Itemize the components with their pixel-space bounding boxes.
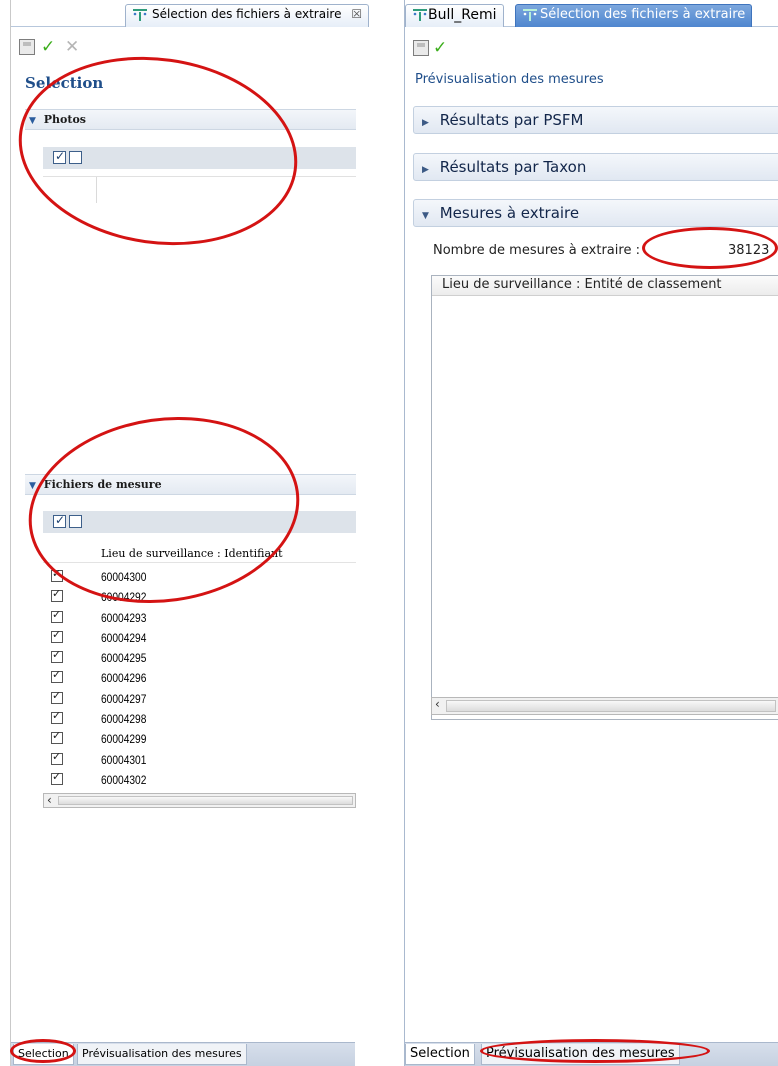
- table-row[interactable]: 60004297: [43, 689, 356, 709]
- left-tabbar: Sélection des fichiers à extraire ☒: [11, 0, 370, 27]
- filter-tree-icon: [523, 9, 537, 21]
- tab-selection-fichiers[interactable]: Sélection des fichiers à extraire ☒: [125, 4, 370, 27]
- row-checkbox[interactable]: [51, 729, 63, 745]
- row-checkbox[interactable]: [51, 770, 63, 785]
- check-icon[interactable]: ✓: [433, 40, 449, 57]
- expand-triangle-icon: ▼: [29, 116, 36, 126]
- table-row[interactable]: 60004296: [43, 668, 356, 688]
- photos-select-bar: [43, 147, 356, 169]
- count-label: Nombre de mesures à extraire :: [433, 243, 640, 258]
- table-row[interactable]: 60004302: [43, 770, 356, 790]
- row-identifiant: 60004295: [101, 651, 147, 666]
- count-value: 38123: [728, 243, 770, 258]
- table-row[interactable]: 60004295: [43, 648, 356, 668]
- horizontal-scrollbar[interactable]: ‹: [431, 697, 778, 715]
- left-toolbar: ✓ ✕: [11, 36, 355, 62]
- row-identifiant: 60004292: [101, 590, 147, 605]
- horizontal-scrollbar[interactable]: ‹: [43, 793, 356, 808]
- table-row[interactable]: 60004300: [43, 567, 356, 587]
- filter-tree-icon: [413, 9, 427, 21]
- page-title: Prévisualisation des mesures: [415, 72, 604, 87]
- mesures-table: Lieu de surveillance : Entité de classem…: [431, 275, 778, 720]
- save-icon[interactable]: [19, 39, 35, 55]
- photos-grid: [43, 176, 356, 203]
- row-checkbox[interactable]: [51, 648, 63, 664]
- save-icon[interactable]: [413, 40, 429, 56]
- row-identifiant: 60004298: [101, 712, 147, 727]
- collapsed-triangle-icon: ▶: [422, 165, 429, 175]
- row-checkbox[interactable]: [51, 608, 63, 623]
- table-row[interactable]: 60004301: [43, 750, 356, 770]
- scroll-thumb[interactable]: [58, 796, 353, 805]
- right-tabbar: Bull_Remi Sélection des fichiers à extra…: [405, 0, 778, 27]
- row-identifiant: 60004294: [101, 630, 147, 645]
- tab-bull-remi[interactable]: Bull_Remi: [405, 4, 504, 27]
- right-bottom-tabs: Selection Prévisualisation des mesures: [405, 1042, 778, 1066]
- accordion-resultats-psfm[interactable]: ▶ Résultats par PSFM: [413, 106, 778, 134]
- photos-section-label: Photos: [43, 113, 86, 126]
- expand-triangle-icon: ▼: [29, 481, 36, 491]
- row-checkbox[interactable]: [51, 709, 63, 725]
- deselect-all-checkbox[interactable]: [69, 151, 82, 164]
- filter-tree-icon: [133, 9, 147, 21]
- fichiers-select-bar: [43, 511, 356, 533]
- row-checkbox[interactable]: [51, 689, 63, 704]
- column-header-label: Lieu de surveillance : Identifiant: [101, 547, 283, 560]
- table-row[interactable]: 60004294: [43, 628, 356, 648]
- right-panel: Bull_Remi Sélection des fichiers à extra…: [404, 0, 778, 1066]
- select-all-checkbox[interactable]: [53, 513, 66, 528]
- fichiers-rows: 60004300 60004292 60004293 60004294 60004295…: [43, 567, 356, 790]
- tab-selection[interactable]: Selection: [405, 1044, 475, 1065]
- tab-label: Sélection des fichiers à extraire: [152, 7, 342, 21]
- accordion-label: Mesures à extraire: [439, 204, 580, 222]
- scroll-left-icon[interactable]: ‹: [47, 793, 52, 807]
- row-identifiant: 60004302: [101, 772, 147, 787]
- table-row[interactable]: 60004298: [43, 709, 356, 729]
- left-panel: Sélection des fichiers à extraire ☒ ✓ ✕ …: [10, 0, 370, 1066]
- scroll-thumb[interactable]: [446, 700, 776, 712]
- cancel-icon[interactable]: ✕: [65, 39, 81, 56]
- column-separator: [96, 177, 97, 203]
- tab-selection[interactable]: Selection: [13, 1044, 74, 1065]
- deselect-all-checkbox[interactable]: [69, 515, 82, 528]
- row-identifiant: 60004301: [101, 752, 147, 767]
- tab-previsualisation[interactable]: Prévisualisation des mesures: [481, 1044, 680, 1065]
- left-bottom-tabs: Selection Prévisualisation des mesures: [11, 1042, 355, 1066]
- row-identifiant: 60004299: [101, 732, 147, 747]
- accordion-mesures-extraire[interactable]: ▼ Mesures à extraire: [413, 199, 778, 227]
- row-checkbox[interactable]: [51, 567, 63, 582]
- check-icon[interactable]: ✓: [41, 39, 57, 56]
- collapsed-triangle-icon: ▶: [422, 118, 429, 128]
- table-row[interactable]: 60004293: [43, 608, 356, 628]
- row-identifiant: 60004293: [101, 610, 147, 625]
- photos-section-header[interactable]: ▼ Photos: [25, 109, 356, 130]
- table-row[interactable]: 60004292: [43, 587, 356, 607]
- right-toolbar: ✓: [405, 36, 778, 62]
- row-checkbox[interactable]: [51, 628, 63, 643]
- expanded-triangle-icon: ▼: [422, 211, 429, 221]
- tab-label: Sélection des fichiers à extraire: [540, 7, 746, 22]
- tab-previsualisation[interactable]: Prévisualisation des mesures: [77, 1044, 247, 1065]
- accordion-label: Résultats par PSFM: [439, 111, 584, 129]
- row-identifiant: 60004300: [101, 570, 147, 584]
- row-checkbox[interactable]: [51, 587, 63, 603]
- fichiers-section-label: Fichiers de mesure: [43, 478, 162, 491]
- fichiers-section-header[interactable]: ▼ Fichiers de mesure: [25, 474, 356, 495]
- row-identifiant: 60004297: [101, 691, 147, 706]
- row-identifiant: 60004296: [101, 671, 147, 686]
- column-header[interactable]: Lieu de surveillance : Entité de classem…: [432, 276, 778, 296]
- accordion-resultats-taxon[interactable]: ▶ Résultats par Taxon: [413, 153, 778, 181]
- table-row[interactable]: 60004299: [43, 729, 356, 749]
- row-checkbox[interactable]: [51, 668, 63, 684]
- accordion-label: Résultats par Taxon: [439, 158, 587, 176]
- tab-selection-fichiers[interactable]: Sélection des fichiers à extraire: [515, 4, 753, 27]
- scroll-left-icon[interactable]: ‹: [435, 697, 440, 711]
- page-title: Selection: [25, 74, 104, 92]
- tab-label: Bull_Remi: [428, 7, 497, 23]
- row-checkbox[interactable]: [51, 750, 63, 765]
- close-icon[interactable]: ☒: [351, 7, 362, 21]
- fichiers-column-header[interactable]: Lieu de surveillance : Identifiant: [43, 543, 356, 563]
- select-all-checkbox[interactable]: [53, 149, 66, 164]
